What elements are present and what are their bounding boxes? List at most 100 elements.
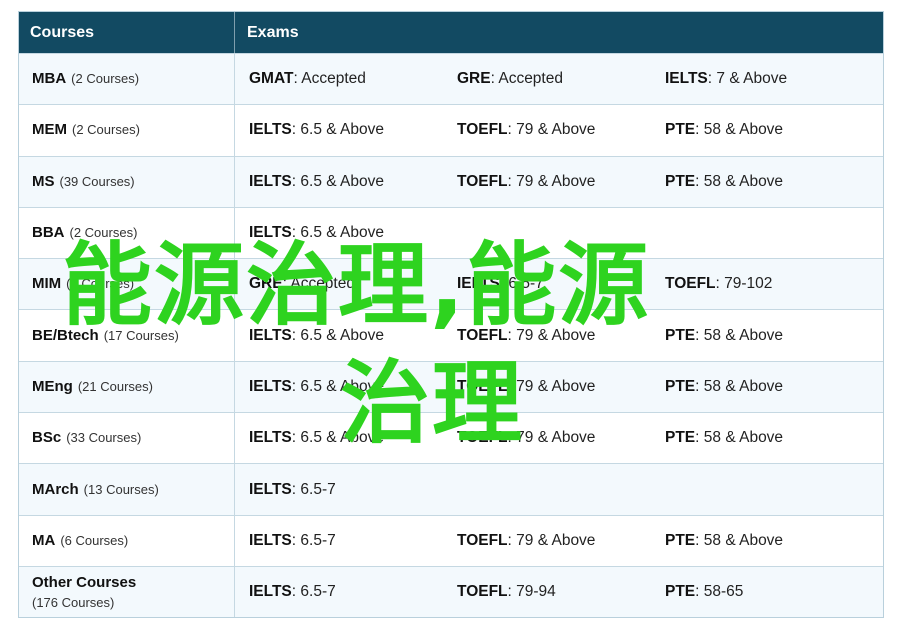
exam-requirement: IELTS: 6.5 & Above	[249, 224, 457, 242]
exam-requirement: GMAT: Accepted	[249, 70, 457, 88]
course-count: (2 Courses)	[66, 276, 135, 292]
table-row: Other Courses (176 Courses) IELTS: 6.5-7 TO…	[19, 565, 883, 618]
exam-score: : 6.5-7	[499, 275, 544, 293]
exam-name: PTE	[665, 583, 696, 601]
exam-name: IELTS	[249, 583, 292, 601]
exam-score: : 6.5 & Above	[291, 224, 384, 242]
exam-score: : 79 & Above	[507, 172, 596, 190]
course-count: (13 Courses)	[83, 481, 159, 497]
course-name-link[interactable]: MEM	[32, 121, 67, 138]
course-name-link[interactable]: BSc	[32, 429, 61, 446]
exam-requirement: TOEFL: 79 & Above	[457, 173, 665, 191]
exam-score: : 79-102	[715, 275, 773, 293]
exams-cell: IELTS: 6.5 & Above TOEFL: 79 & Above PTE: …	[235, 362, 883, 412]
header-courses: Courses	[19, 12, 235, 53]
course-count: (21 Courses)	[77, 378, 153, 394]
exam-name: TOEFL	[457, 429, 508, 447]
course-name-link[interactable]: MA	[32, 532, 55, 549]
exam-score: : Accepted	[293, 70, 366, 88]
course-count: (17 Courses)	[103, 327, 179, 343]
course-cell: MA (6 Courses)	[19, 515, 235, 566]
course-cell: MArch (13 Courses)	[19, 464, 235, 515]
exam-name: IELTS	[249, 480, 292, 498]
exams-cell: IELTS: 6.5-7 TOEFL: 79 & Above PTE: 58 & A…	[235, 516, 883, 566]
exam-requirement: IELTS: 6.5-7	[249, 481, 457, 499]
exam-requirement: IELTS: 6.5 & Above	[249, 378, 457, 396]
exam-score: : 6.5 & Above	[291, 326, 384, 344]
course-count: (6 Courses)	[60, 532, 129, 548]
course-count: (33 Courses)	[66, 430, 142, 446]
table-row: BBA (2 Courses) IELTS: 6.5 & Above	[19, 206, 883, 259]
course-name-link[interactable]: MIM	[32, 275, 61, 292]
exam-score: : 79 & Above	[507, 121, 596, 139]
course-name-link[interactable]: MArch	[32, 481, 79, 498]
exam-name: PTE	[665, 531, 696, 549]
table-row: MBA (2 Courses) GMAT: Accepted GRE: Accepte…	[19, 53, 883, 105]
courses-exams-table: Courses Exams MBA (2 Courses) GMAT: Accept…	[18, 11, 884, 619]
exams-cell: IELTS: 6.5 & Above TOEFL: 79 & Above PTE: …	[235, 413, 883, 463]
course-count: (176 Courses)	[32, 595, 115, 611]
exam-score: : 58 & Above	[695, 121, 784, 139]
table-row: MA (6 Courses) IELTS: 6.5-7 TOEFL: 79 & Abo…	[19, 514, 883, 566]
course-name-link[interactable]: Other Courses	[32, 574, 136, 591]
exam-score: : 6.5 & Above	[291, 121, 384, 139]
exam-requirement: TOEFL: 79 & Above	[457, 532, 665, 550]
exam-score: : 79 & Above	[507, 429, 596, 447]
exam-requirement: PTE: 58 & Above	[665, 121, 873, 139]
exam-requirement: IELTS: 6.5 & Above	[249, 173, 457, 191]
exam-name: TOEFL	[457, 326, 508, 344]
course-cell: Other Courses (176 Courses)	[19, 566, 235, 618]
course-cell: BE/Btech (17 Courses)	[19, 310, 235, 361]
exam-name: TOEFL	[665, 275, 716, 293]
course-name-link[interactable]: MEng	[32, 378, 73, 395]
table-header: Courses Exams	[19, 12, 883, 53]
exam-requirement: PTE: 58 & Above	[665, 327, 873, 345]
course-count: (2 Courses)	[71, 71, 140, 87]
course-name-link[interactable]: MBA	[32, 70, 66, 87]
exam-score: : 6.5-7	[291, 583, 336, 601]
table-row: MEM (2 Courses) IELTS: 6.5 & Above TOEFL: 7…	[19, 104, 883, 156]
exam-requirement: PTE: 58 & Above	[665, 532, 873, 550]
exam-score: : Accepted	[490, 70, 563, 88]
table-row: MArch (13 Courses) IELTS: 6.5-7	[19, 463, 883, 515]
course-name-link[interactable]: MS	[32, 173, 55, 190]
exam-name: PTE	[665, 121, 696, 139]
exam-score: : 79 & Above	[507, 326, 596, 344]
exam-requirement: TOEFL: 79-102	[665, 275, 873, 293]
exam-requirement: TOEFL: 79 & Above	[457, 429, 665, 447]
exam-requirement: IELTS: 6.5-7	[249, 532, 457, 550]
course-name-link[interactable]: BE/Btech	[32, 327, 99, 344]
course-count: (2 Courses)	[69, 225, 138, 241]
exam-score: : 79 & Above	[507, 377, 596, 395]
exam-name: PTE	[665, 172, 696, 190]
exams-cell: IELTS: 6.5-7	[235, 464, 883, 514]
exam-score: : 58 & Above	[695, 326, 784, 344]
exam-requirement: TOEFL: 79 & Above	[457, 121, 665, 139]
exam-score: : 58 & Above	[695, 531, 784, 549]
exams-cell: IELTS: 6.5 & Above TOEFL: 79 & Above PTE: …	[235, 105, 883, 155]
exam-requirement: TOEFL: 79 & Above	[457, 378, 665, 396]
exams-cell: IELTS: 6.5 & Above	[235, 208, 883, 258]
exam-requirement: GRE: Accepted	[457, 70, 665, 88]
table-row: MEng (21 Courses) IELTS: 6.5 & Above TOEFL:…	[19, 360, 883, 413]
exam-name: IELTS	[457, 275, 500, 293]
exam-name: IELTS	[249, 121, 292, 139]
exam-name: TOEFL	[457, 377, 508, 395]
header-exams: Exams	[247, 23, 299, 41]
exam-name: TOEFL	[457, 121, 508, 139]
exam-requirement: PTE: 58 & Above	[665, 429, 873, 447]
exam-requirement: PTE: 58 & Above	[665, 378, 873, 396]
exam-requirement: TOEFL: 79 & Above	[457, 327, 665, 345]
course-count: (2 Courses)	[72, 122, 140, 138]
table-row: MS (39 Courses) IELTS: 6.5 & Above TOEFL: 7…	[19, 155, 883, 207]
exam-score: : 58 & Above	[695, 429, 784, 447]
exam-requirement: IELTS: 6.5-7	[249, 583, 457, 601]
exam-score: : 6.5-7	[291, 480, 336, 498]
exam-name: TOEFL	[457, 531, 508, 549]
exam-requirement: IELTS: 6.5 & Above	[249, 121, 457, 139]
exam-score: : 6.5 & Above	[291, 429, 384, 447]
course-cell: BBA (2 Courses)	[19, 207, 235, 259]
course-name-link[interactable]: BBA	[32, 224, 65, 241]
course-cell: MBA (2 Courses)	[19, 54, 235, 105]
exam-name: TOEFL	[457, 172, 508, 190]
